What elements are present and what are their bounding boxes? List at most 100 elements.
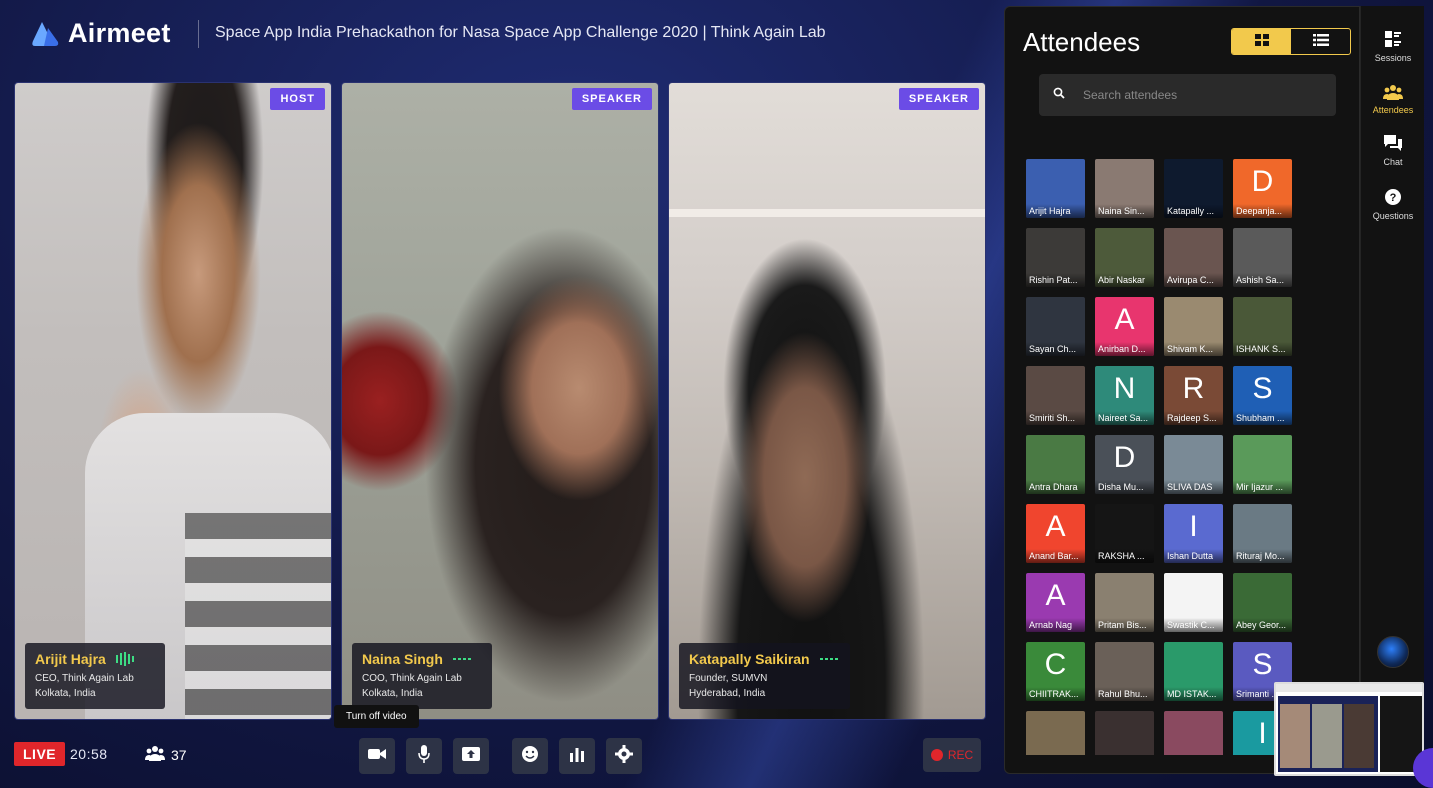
attendee-tile[interactable]: Sayan Ch... (1026, 297, 1085, 356)
event-title: Space App India Prehackathon for Nasa Sp… (215, 24, 826, 41)
header-divider (198, 20, 199, 48)
attendee-tile[interactable]: A Anand Bar... (1026, 504, 1085, 563)
record-label: REC (947, 748, 974, 762)
attendee-tile[interactable]: Abey Geor... (1233, 573, 1292, 632)
attendee-tile[interactable]: Antra Dhara (1026, 435, 1085, 494)
attendee-tile[interactable]: Rishin Pat... (1026, 228, 1085, 287)
attendee-name: CHIITRAK... (1026, 687, 1085, 701)
speaker-title: Founder, SUMVN (689, 673, 768, 684)
attendee-name: Arijit Hajra (1026, 204, 1085, 218)
user-avatar[interactable] (1377, 636, 1409, 668)
rail-attendees[interactable]: Attendees (1361, 84, 1425, 115)
speaker-location: Kolkata, India (362, 688, 423, 699)
live-badge: LIVE (14, 742, 66, 766)
airmeet-logo[interactable]: Airmeet (30, 18, 171, 49)
attendee-name: MD ISTAK... (1164, 687, 1223, 701)
attendee-tile[interactable]: Arijit Hajra (1026, 159, 1085, 218)
video-feed (342, 83, 658, 719)
attendee-tile[interactable]: Mir Ijazur ... (1233, 435, 1292, 494)
attendee-name: Pritam Bis... (1095, 618, 1154, 632)
speaker-location: Hyderabad, India (689, 688, 766, 699)
attendee-initial: D (1113, 441, 1136, 474)
attendee-tile[interactable]: Katapally ... (1164, 159, 1223, 218)
attendee-name: Shubham ... (1233, 411, 1292, 425)
attendee-tile[interactable]: D Deepanja... (1233, 159, 1292, 218)
mic-toggle-button[interactable] (406, 738, 442, 774)
attendee-tile[interactable]: Naina Sin... (1095, 159, 1154, 218)
attendee-initial: N (1113, 372, 1136, 405)
attendee-tile[interactable]: Ashish Sa... (1233, 228, 1292, 287)
attendee-name: Rajdeep S... (1164, 411, 1223, 425)
attendee-tile[interactable]: S Shubham ... (1233, 366, 1292, 425)
video-toggle-button[interactable] (359, 738, 395, 774)
attendee-name: Naireet Sa... (1095, 411, 1154, 425)
reactions-button[interactable] (512, 738, 548, 774)
bar-chart-icon (569, 746, 585, 767)
attendee-name: Anirban D... (1095, 342, 1154, 356)
attendee-search[interactable] (1039, 74, 1336, 116)
attendee-tile[interactable]: Smiriti Sh... (1026, 366, 1085, 425)
search-input[interactable] (1083, 88, 1303, 102)
attendee-name: Smiriti Sh... (1026, 411, 1085, 425)
video-camera-icon (368, 747, 386, 765)
video-tile-speaker-2[interactable]: SPEAKER Katapally Saikiran Founder, SUMV… (668, 82, 986, 720)
video-tile-host[interactable]: HOST Arijit Hajra CEO, Think Again Lab K… (14, 82, 332, 720)
speaker-location: Kolkata, India (35, 688, 96, 699)
attendee-name: RAKSHA ... (1095, 549, 1154, 563)
attendee-tile[interactable]: A Anirban D... (1095, 297, 1154, 356)
emoji-icon (521, 745, 539, 768)
attendee-tile[interactable]: Shivam K... (1164, 297, 1223, 356)
attendee-name: SLIVA DAS (1164, 480, 1223, 494)
speaker-name-card: Naina Singh COO, Think Again Lab Kolkata… (352, 643, 492, 709)
attendee-tile[interactable] (1164, 711, 1223, 755)
attendee-tile[interactable]: MD ISTAK... (1164, 642, 1223, 701)
session-timer: 20:58 (70, 746, 108, 762)
attendee-tile[interactable]: R Rajdeep S... (1164, 366, 1223, 425)
list-icon (1312, 33, 1329, 51)
attendee-name: Mir Ijazur ... (1233, 480, 1292, 494)
attendee-tile[interactable]: N Naireet Sa... (1095, 366, 1154, 425)
attendee-tile[interactable]: SLIVA DAS (1164, 435, 1223, 494)
attendee-tile[interactable]: A Arnab Nag (1026, 573, 1085, 632)
attendee-tile[interactable]: RAKSHA ... (1095, 504, 1154, 563)
attendee-name: Anand Bar... (1026, 549, 1085, 563)
attendee-name: Sayan Ch... (1026, 342, 1085, 356)
attendee-tile[interactable]: Pritam Bis... (1095, 573, 1154, 632)
attendee-tile[interactable]: Rituraj Mo... (1233, 504, 1292, 563)
rail-sessions[interactable]: Sessions (1361, 30, 1425, 63)
role-badge: HOST (270, 88, 325, 110)
audio-level-icon (115, 652, 134, 666)
question-icon: ? (1361, 188, 1425, 208)
rail-questions[interactable]: ? Questions (1361, 188, 1425, 221)
screen-preview-thumbnail[interactable] (1274, 682, 1424, 776)
attendee-tile[interactable]: Rahul Bhu... (1095, 642, 1154, 701)
attendee-name: Rahul Bhu... (1095, 687, 1154, 701)
video-tile-speaker-1[interactable]: SPEAKER Naina Singh COO, Think Again Lab… (341, 82, 659, 720)
attendee-initial: S (1252, 372, 1273, 405)
attendee-count[interactable]: 37 (145, 745, 187, 764)
share-screen-button[interactable] (453, 738, 489, 774)
list-view-button[interactable] (1291, 29, 1350, 54)
attendee-tile[interactable]: Swastik C... (1164, 573, 1223, 632)
attendee-name: Swastik C... (1164, 618, 1223, 632)
attendee-tile[interactable]: D Disha Mu... (1095, 435, 1154, 494)
polls-button[interactable] (559, 738, 595, 774)
attendee-tile[interactable]: I Ishan Dutta (1164, 504, 1223, 563)
role-badge: SPEAKER (898, 88, 979, 110)
attendee-tile[interactable]: Abir Naskar (1095, 228, 1154, 287)
record-button[interactable]: REC (923, 738, 981, 772)
settings-button[interactable] (606, 738, 642, 774)
attendee-tile[interactable] (1095, 711, 1154, 755)
attendee-name: Arnab Nag (1026, 618, 1085, 632)
speaker-name: Naina Singh (362, 651, 443, 667)
attendee-tile[interactable] (1026, 711, 1085, 755)
attendee-tile[interactable]: Avirupa C... (1164, 228, 1223, 287)
attendee-tile[interactable]: ISHANK S... (1233, 297, 1292, 356)
attendee-name: Disha Mu... (1095, 480, 1154, 494)
rail-chat[interactable]: Chat (1361, 134, 1425, 167)
chat-icon (1361, 134, 1425, 154)
grid-icon (1254, 33, 1269, 51)
attendee-initial: I (1189, 510, 1198, 543)
attendee-tile[interactable]: C CHIITRAK... (1026, 642, 1085, 701)
grid-view-button[interactable] (1232, 29, 1291, 54)
